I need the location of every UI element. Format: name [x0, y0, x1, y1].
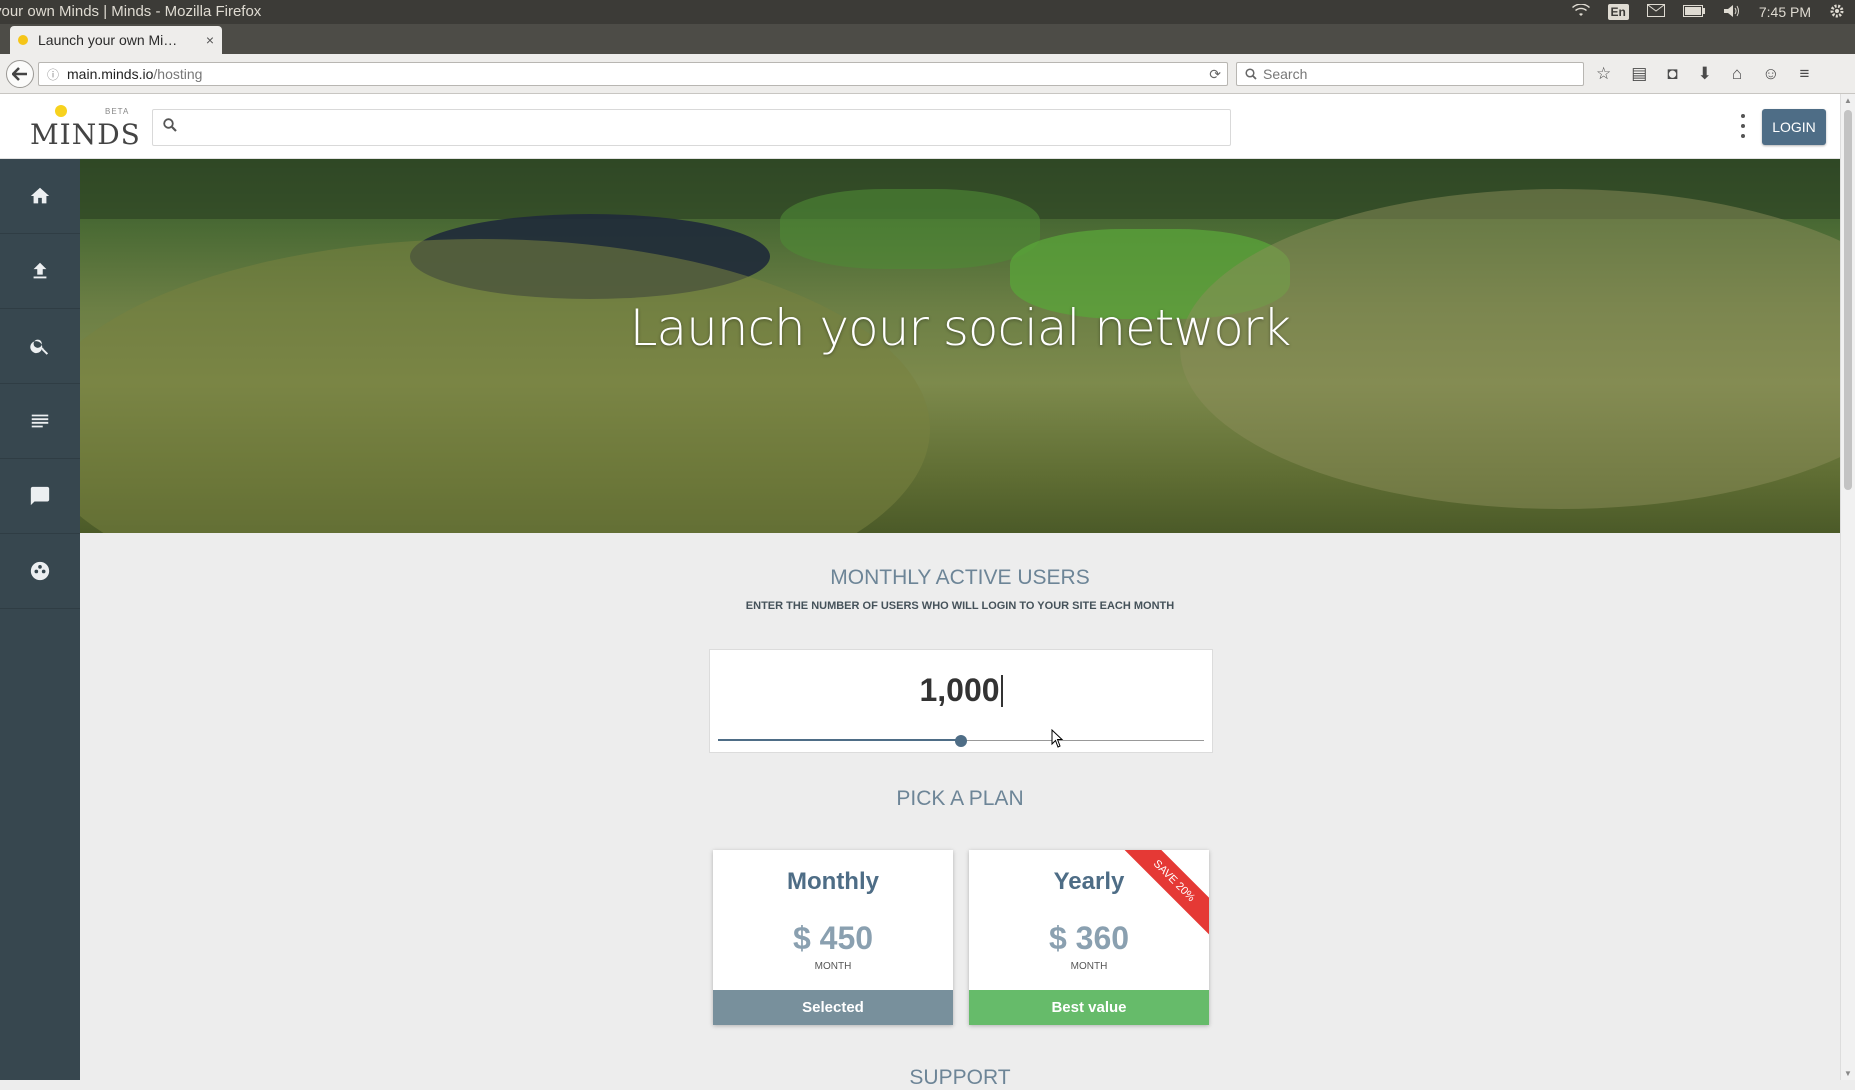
users-input-box[interactable]: 1,000	[709, 649, 1213, 753]
plan-price: $ 450	[792, 920, 874, 956]
upload-icon	[33, 262, 47, 279]
os-top-bar: your own Minds | Minds - Mozilla Firefox…	[0, 0, 1855, 24]
browser-tab-strip: Launch your own Mi… × +	[0, 24, 1855, 74]
text-caret	[1000, 675, 1003, 707]
site-header: BETA MINDS LOGIN	[0, 94, 1840, 159]
url-bar[interactable]: ⓘ main.minds.io /hosting ⟳	[38, 62, 1228, 86]
plan-card-monthly[interactable]: Monthly $ 450 MONTH Selected	[713, 850, 953, 1025]
bulb-icon	[55, 105, 67, 117]
plans-section-title: PICK A PLAN	[896, 787, 1024, 810]
groups-icon	[30, 561, 50, 581]
plan-period: MONTH	[1070, 961, 1108, 972]
beta-badge: BETA	[105, 107, 130, 116]
plan-selected-badge[interactable]: Selected	[713, 990, 953, 1025]
browser-tab-active[interactable]: Launch your own Mi… ×	[10, 26, 222, 54]
tab-close-icon[interactable]: ×	[206, 32, 214, 48]
plan-card-yearly[interactable]: SAVE 20% Yearly $ 360 MONTH Best value	[969, 850, 1209, 1025]
scroll-down-icon[interactable]: ▼	[1844, 1069, 1852, 1078]
mouse-cursor-icon	[1051, 729, 1064, 748]
scroll-up-icon[interactable]: ▲	[1844, 96, 1852, 105]
sidebar-item-messenger[interactable]	[0, 459, 80, 534]
browser-nav-bar: ⓘ main.minds.io /hosting ⟳ Search ☆ ▤ ◘ …	[0, 54, 1855, 94]
sidebar-item-home[interactable]	[0, 159, 80, 234]
pocket-icon[interactable]: ◘	[1667, 64, 1677, 84]
mail-icon[interactable]	[1646, 4, 1665, 20]
system-tray: En 7:45 PM	[1571, 0, 1845, 24]
browser-search-placeholder: Search	[1263, 66, 1308, 82]
wifi-icon[interactable]	[1571, 2, 1590, 21]
favicon-icon	[18, 35, 28, 45]
users-value: 1,000	[919, 672, 1000, 708]
battery-icon[interactable]	[1682, 4, 1705, 20]
toolbar-icons: ☆ ▤ ◘ ⬇ ⌂ ☺ ≡	[1596, 64, 1809, 84]
users-slider[interactable]	[718, 735, 1204, 747]
search-icon	[1245, 68, 1257, 80]
url-path: /hosting	[153, 66, 203, 82]
window-title: your own Minds | Minds - Mozilla Firefox	[0, 3, 262, 20]
login-button[interactable]: LOGIN	[1762, 109, 1826, 145]
reading-list-icon[interactable]: ▤	[1631, 64, 1647, 84]
home-icon	[30, 187, 50, 204]
sidebar-item-upload[interactable]	[0, 234, 80, 309]
slider-fill	[718, 739, 961, 741]
hero-title: Launch your social network	[629, 299, 1292, 357]
users-section-title: MONTHLY ACTIVE USERS	[830, 566, 1090, 589]
sidebar-item-newsfeed[interactable]	[0, 384, 80, 459]
url-host: main.minds.io	[67, 66, 154, 82]
sidebar-item-groups[interactable]	[0, 534, 80, 609]
users-section-subtitle: ENTER THE NUMBER OF USERS WHO WILL LOGIN…	[745, 600, 1175, 612]
newsfeed-icon	[31, 414, 49, 428]
bookmark-star-icon[interactable]: ☆	[1596, 64, 1611, 84]
menu-hamburger-icon[interactable]: ≡	[1799, 64, 1809, 84]
hero-banner: Launch your social network	[80, 159, 1840, 533]
browser-search-field[interactable]: Search	[1236, 62, 1584, 86]
users-value-display[interactable]: 1,000	[710, 672, 1212, 709]
search-icon	[30, 339, 49, 355]
chat-bubble-icon[interactable]: ☺	[1762, 64, 1779, 84]
clock[interactable]: 7:45 PM	[1759, 4, 1811, 20]
page-scrollbar[interactable]: ▲ ▼	[1840, 94, 1855, 1080]
scrollbar-thumb[interactable]	[1844, 110, 1852, 490]
site-info-icon[interactable]: ⓘ	[47, 66, 59, 83]
sidebar	[0, 159, 80, 1080]
tab-title: Launch your own Mi…	[38, 32, 178, 48]
downloads-icon[interactable]: ⬇	[1698, 64, 1712, 84]
home-browser-icon[interactable]: ⌂	[1732, 64, 1742, 84]
plan-best-value-badge[interactable]: Best value	[969, 990, 1209, 1025]
settings-gear-icon[interactable]	[1829, 3, 1845, 22]
back-arrow-icon	[12, 67, 27, 81]
site-search-input[interactable]	[152, 109, 1231, 146]
keyboard-layout-indicator[interactable]: En	[1607, 4, 1629, 20]
support-section-title: SUPPORT	[909, 1066, 1011, 1089]
plan-price: $ 360	[1048, 920, 1130, 956]
back-button[interactable]	[6, 60, 34, 88]
minds-logo[interactable]: BETA MINDS	[30, 104, 140, 151]
logo-text: MINDS	[30, 118, 141, 151]
reload-icon[interactable]: ⟳	[1209, 66, 1221, 83]
plan-name: Yearly	[1053, 868, 1125, 895]
volume-icon[interactable]	[1723, 4, 1741, 21]
hero-hill	[80, 239, 930, 533]
chat-icon	[30, 486, 50, 506]
search-icon	[163, 118, 177, 132]
hero-field	[780, 189, 1040, 269]
plan-name: Monthly	[787, 868, 879, 895]
plan-period: MONTH	[814, 961, 852, 972]
slider-thumb[interactable]	[955, 735, 967, 747]
sidebar-item-search[interactable]	[0, 309, 80, 384]
more-options-icon[interactable]	[1740, 114, 1746, 138]
